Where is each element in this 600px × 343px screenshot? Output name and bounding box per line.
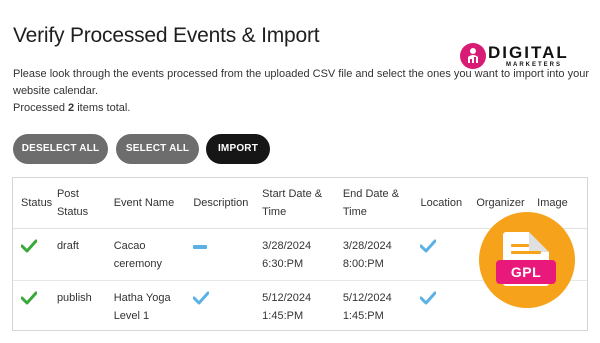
header-status: Status bbox=[21, 196, 53, 209]
check-blue-icon bbox=[419, 291, 437, 311]
status-cell bbox=[13, 228, 57, 280]
select-all-button[interactable]: SELECT ALL bbox=[116, 134, 199, 164]
location-cell bbox=[419, 280, 476, 332]
header-event-name: Event Name bbox=[113, 196, 175, 209]
gpl-label: GPL bbox=[496, 260, 556, 284]
header-start-line1: Start Date & bbox=[262, 187, 323, 200]
count-suffix: items total. bbox=[74, 102, 131, 114]
gpl-file-badge-icon: GPL bbox=[479, 212, 575, 308]
header-location: Location bbox=[420, 196, 463, 209]
description-cell bbox=[193, 228, 262, 280]
document-line-icon bbox=[511, 251, 541, 254]
end-time: 1:45:PM bbox=[342, 309, 384, 322]
event-name-cell: Cacao ceremony bbox=[114, 228, 194, 280]
start-time: 1:45:PM bbox=[262, 309, 304, 322]
import-button[interactable]: IMPORT bbox=[206, 134, 270, 164]
start-date: 3/28/2024 bbox=[262, 239, 312, 252]
end-date: 3/28/2024 bbox=[342, 239, 392, 252]
end-date-cell: 3/28/2024 8:00:PM bbox=[343, 228, 421, 280]
instructions-text: Please look through the events processed… bbox=[13, 68, 590, 97]
check-blue-icon bbox=[192, 291, 210, 311]
location-cell bbox=[419, 228, 476, 280]
event-name-line1: Hatha Yoga bbox=[113, 291, 171, 304]
header-end-date: End Date & Time bbox=[343, 178, 421, 228]
header-post-status-line2: Status bbox=[56, 205, 89, 218]
header-start-date: Start Date & Time bbox=[262, 178, 343, 228]
logo-word: DIGITAL bbox=[488, 43, 569, 62]
event-name-cell: Hatha Yoga Level 1 bbox=[114, 280, 194, 332]
header-start-line2: Time bbox=[262, 205, 287, 218]
post-status-cell: draft bbox=[56, 239, 79, 252]
start-time: 6:30:PM bbox=[262, 257, 304, 270]
event-name-line2: Level 1 bbox=[113, 309, 150, 322]
event-name-line2: ceremony bbox=[113, 257, 162, 270]
header-post-status-line1: Post bbox=[56, 187, 79, 200]
header-end-line2: Time bbox=[342, 205, 367, 218]
page-title: Verify Processed Events & Import bbox=[13, 24, 320, 47]
processed-count: Processed 2 items total. bbox=[13, 102, 130, 114]
header-end-line1: End Date & bbox=[342, 187, 400, 200]
start-date-cell: 5/12/2024 1:45:PM bbox=[262, 280, 343, 332]
post-status-cell: publish bbox=[56, 291, 92, 304]
dash-icon bbox=[193, 244, 208, 249]
end-date: 5/12/2024 bbox=[342, 291, 392, 304]
start-date: 5/12/2024 bbox=[262, 291, 312, 304]
event-name-line1: Cacao bbox=[113, 239, 146, 252]
end-time: 8:00:PM bbox=[342, 257, 384, 270]
document-fold-icon bbox=[529, 232, 549, 252]
check-green-icon bbox=[20, 291, 38, 311]
document-line-icon bbox=[511, 244, 529, 247]
count-prefix: Processed bbox=[13, 102, 69, 114]
header-post-status: Post Status bbox=[57, 178, 114, 228]
description-cell bbox=[192, 280, 262, 332]
deselect-all-button[interactable]: DESELECT ALL bbox=[13, 134, 108, 164]
check-green-icon bbox=[20, 239, 38, 259]
status-cell bbox=[13, 280, 57, 332]
start-date-cell: 3/28/2024 6:30:PM bbox=[262, 228, 343, 280]
header-description: Description bbox=[193, 196, 249, 209]
end-date-cell: 5/12/2024 1:45:PM bbox=[343, 280, 421, 332]
check-blue-icon bbox=[419, 239, 437, 259]
